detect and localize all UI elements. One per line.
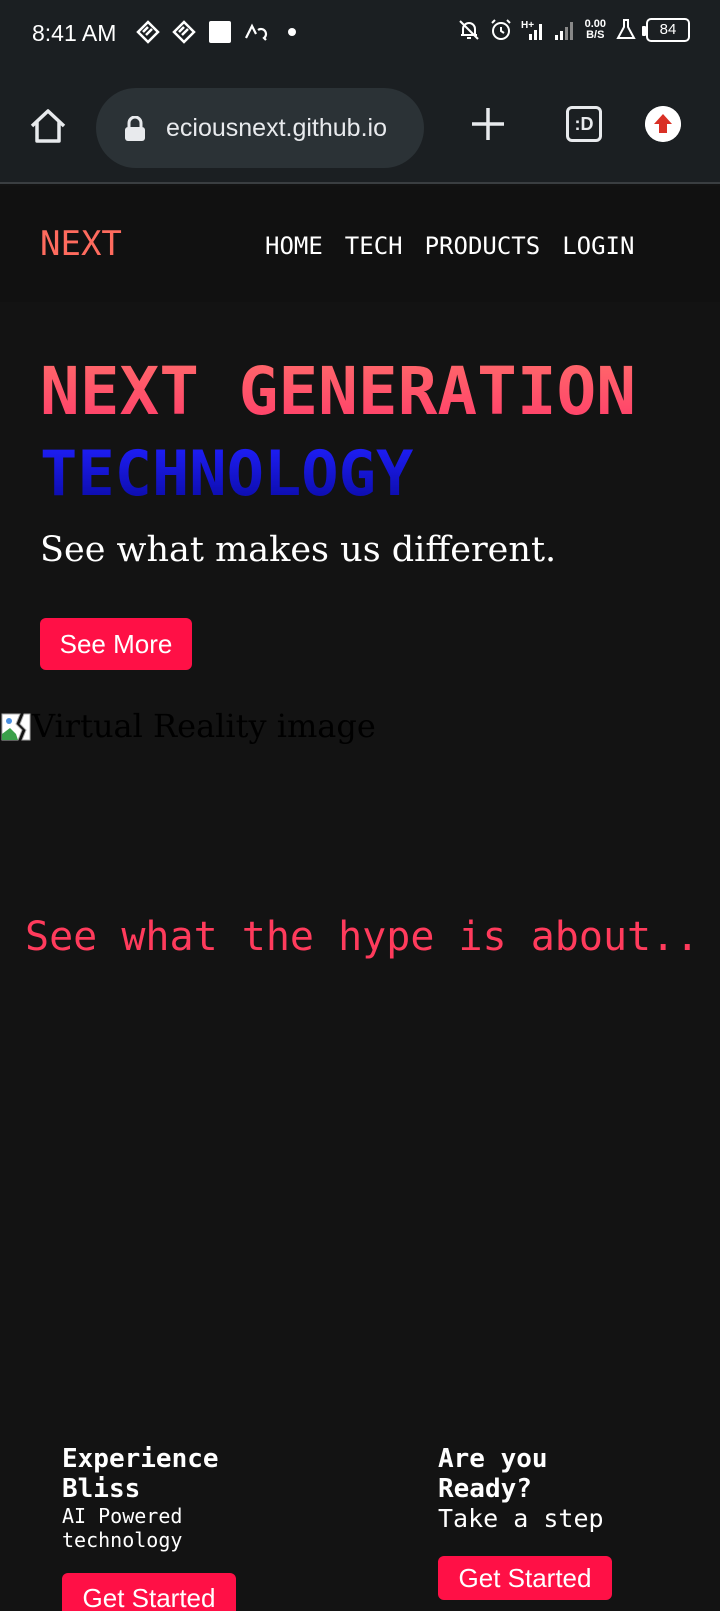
card-text-line2: technology <box>62 1528 183 1552</box>
lock-icon <box>125 116 145 141</box>
app-icon <box>172 20 196 44</box>
broken-image: Virtual Reality image <box>0 707 376 745</box>
app-icon <box>136 20 160 44</box>
feature-card-ready: Are you Ready? Take a step <box>438 1444 668 1534</box>
card-title-line1: Experience <box>62 1444 219 1474</box>
hero-tagline: See what makes us different. <box>40 530 557 570</box>
signal-icon <box>554 22 573 40</box>
muted-bell-icon <box>458 20 479 40</box>
net-speed: 0.00 B/S <box>585 19 606 41</box>
site-logo[interactable]: NEXT <box>40 224 122 264</box>
hero-title: NEXT GENERATION <box>40 353 637 430</box>
home-icon[interactable] <box>28 106 68 146</box>
hype-heading: See what the hype is about.. <box>25 914 700 960</box>
lab-icon <box>616 19 636 39</box>
see-more-button[interactable]: See More <box>40 618 192 670</box>
dot-icon <box>288 28 296 36</box>
get-started-button[interactable]: Get Started <box>438 1556 612 1600</box>
card-text-line1: AI Powered <box>62 1504 183 1528</box>
url-text[interactable]: eciousnext.github.io <box>166 114 387 143</box>
notification-icons <box>136 20 304 44</box>
signal-h-plus-icon: H+ <box>521 20 542 40</box>
status-time: 8:41 AM <box>32 20 117 46</box>
card-title-line2: Ready? <box>438 1474 532 1504</box>
site-nav: HOME TECH PRODUCTS LOGIN <box>265 232 634 260</box>
battery-icon: 84 <box>642 18 690 42</box>
square-icon <box>209 21 231 43</box>
alarm-icon <box>490 19 511 40</box>
new-tab-icon[interactable] <box>470 106 506 142</box>
url-bar[interactable]: eciousnext.github.io <box>96 88 424 168</box>
nav-login[interactable]: LOGIN <box>562 232 634 260</box>
site-header: NEXT HOME TECH PRODUCTS LOGIN <box>0 186 720 302</box>
net-speed-unit: B/S <box>586 29 605 41</box>
image-alt-text: Virtual Reality image <box>32 707 376 745</box>
svg-text:H+: H+ <box>521 20 534 31</box>
broken-image-icon <box>1 713 31 741</box>
nav-tech[interactable]: TECH <box>345 232 403 260</box>
nav-products[interactable]: PRODUCTS <box>425 232 541 260</box>
hero-subtitle: TECHNOLOGY <box>40 437 414 510</box>
get-started-button[interactable]: Get Started <box>62 1573 236 1611</box>
tab-switcher-button[interactable]: :D <box>566 106 602 142</box>
nav-home[interactable]: HOME <box>265 232 323 260</box>
card-text-line1: Take a step <box>438 1504 604 1533</box>
status-bar: 8:41 AM H+ 0.00 B/S 84 <box>0 0 720 72</box>
system-icons: H+ 0.00 B/S 84 <box>457 18 690 42</box>
update-icon[interactable] <box>645 106 681 142</box>
feature-card-bliss: Experience Bliss AI Powered technology <box>62 1444 262 1552</box>
logo-icon <box>245 23 268 41</box>
browser-toolbar: eciousnext.github.io :D <box>0 72 720 184</box>
card-title-line2: Bliss <box>62 1474 141 1504</box>
card-title-line1: Are you <box>438 1444 548 1474</box>
